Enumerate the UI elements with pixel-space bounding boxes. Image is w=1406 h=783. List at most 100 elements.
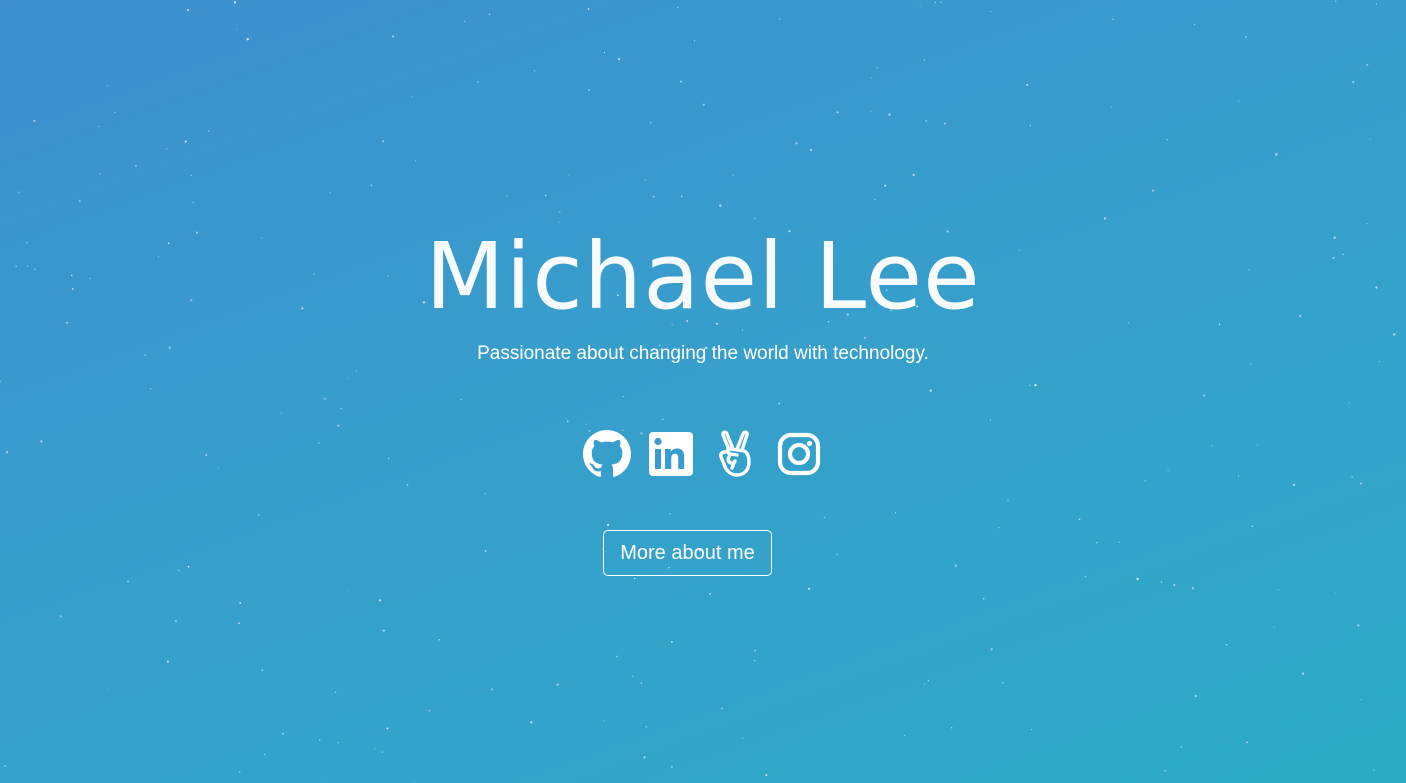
star <box>870 77 872 79</box>
star <box>1194 694 1197 698</box>
star <box>491 688 494 691</box>
star <box>1246 741 1248 744</box>
star <box>719 204 722 207</box>
star <box>888 113 891 116</box>
star <box>765 774 768 777</box>
star <box>568 174 571 176</box>
star <box>606 523 610 527</box>
star <box>177 569 180 572</box>
star <box>904 734 906 736</box>
star <box>208 130 210 132</box>
star <box>318 739 321 741</box>
star <box>1191 587 1194 589</box>
star <box>649 121 652 124</box>
star <box>106 85 108 87</box>
more-about-me-button[interactable]: More about me <box>603 530 772 576</box>
star <box>348 377 350 379</box>
star <box>174 619 178 623</box>
star <box>428 709 431 712</box>
star <box>836 111 839 114</box>
hero-tagline: Passionate about changing the world with… <box>477 343 929 364</box>
star <box>1002 682 1004 684</box>
star <box>929 389 932 392</box>
star <box>876 66 879 69</box>
star <box>438 638 441 641</box>
star <box>923 683 926 685</box>
star <box>884 184 887 187</box>
star <box>264 753 266 756</box>
star <box>1112 18 1114 21</box>
star <box>1007 499 1009 502</box>
star <box>323 397 327 400</box>
star <box>98 125 100 127</box>
star <box>982 597 985 600</box>
star <box>1334 0 1337 3</box>
star <box>807 587 811 590</box>
star <box>617 57 621 61</box>
star <box>281 732 284 735</box>
star <box>337 424 340 427</box>
star <box>603 720 605 722</box>
star <box>165 148 168 150</box>
star <box>671 641 673 643</box>
star <box>836 553 839 556</box>
star <box>923 59 926 61</box>
star <box>990 10 992 12</box>
star <box>587 8 590 10</box>
star <box>186 8 190 12</box>
star <box>236 28 238 30</box>
star <box>239 601 242 605</box>
star <box>644 179 646 181</box>
star <box>1029 384 1031 386</box>
star <box>78 200 81 202</box>
star <box>477 81 479 83</box>
star <box>1352 81 1355 83</box>
star <box>1245 35 1247 38</box>
star <box>989 419 992 421</box>
star <box>1026 83 1029 87</box>
star <box>1144 480 1146 482</box>
github-link[interactable] <box>583 430 631 478</box>
star <box>870 111 872 113</box>
star <box>754 649 757 652</box>
star <box>382 629 385 632</box>
social-links <box>0 430 1406 478</box>
star <box>1237 100 1240 102</box>
star <box>484 550 487 552</box>
star <box>1273 626 1275 628</box>
star <box>1292 483 1295 486</box>
star <box>1375 3 1378 5</box>
star <box>460 399 462 401</box>
star <box>810 148 812 151</box>
star <box>386 727 389 730</box>
instagram-link[interactable] <box>775 430 823 478</box>
star <box>1203 394 1206 397</box>
star <box>940 1 942 3</box>
star <box>680 80 682 83</box>
star <box>1151 189 1155 192</box>
star <box>413 781 415 783</box>
star <box>340 407 343 410</box>
star <box>99 173 101 175</box>
star <box>280 412 283 414</box>
star <box>134 165 137 168</box>
instagram-icon <box>777 432 821 476</box>
star <box>530 721 533 724</box>
star <box>631 675 634 678</box>
angellist-link[interactable] <box>711 430 759 478</box>
star <box>411 96 413 98</box>
star <box>677 6 679 8</box>
star <box>379 599 382 602</box>
star <box>533 69 536 72</box>
star <box>1373 769 1375 771</box>
star <box>166 660 169 663</box>
star <box>1096 542 1098 544</box>
star <box>954 564 957 567</box>
star <box>370 184 373 187</box>
linkedin-link[interactable] <box>647 430 695 478</box>
star <box>1031 728 1033 731</box>
star <box>246 38 249 41</box>
star <box>1194 23 1196 25</box>
star <box>1369 138 1371 140</box>
github-icon <box>583 430 631 477</box>
